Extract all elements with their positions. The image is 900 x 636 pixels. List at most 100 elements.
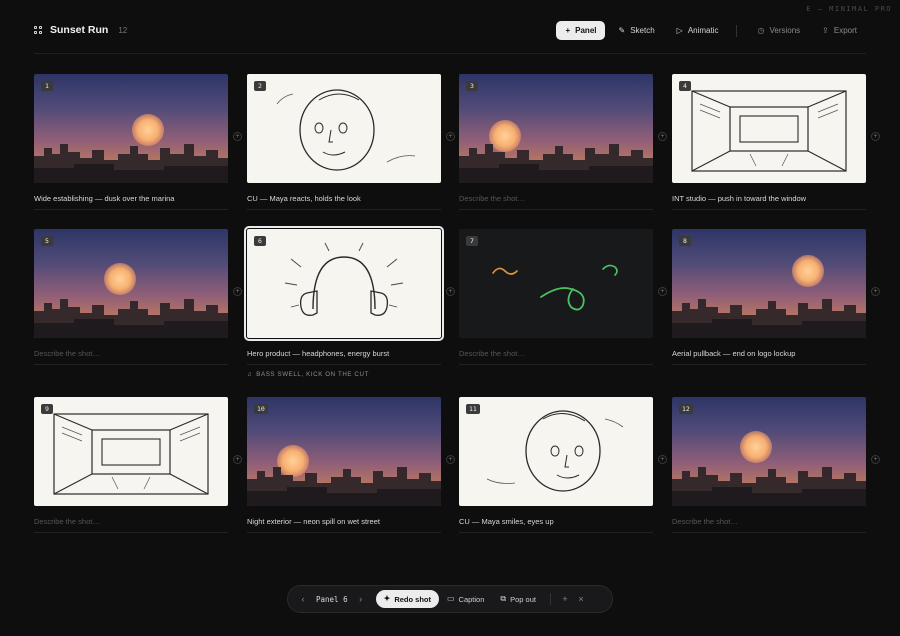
versions-label: Versions [769,26,801,35]
close-icon[interactable]: × [573,594,589,604]
panel-number-badge: 1 [41,81,53,91]
insert-panel-plus-icon[interactable]: + [658,287,667,296]
bar-divider [549,593,551,605]
panel-thumbnail[interactable]: 12 [672,397,866,506]
external-link-icon: ⧉ [500,594,507,603]
panel-number-badge: 2 [254,81,266,91]
panel-thumbnail[interactable]: 4 [672,74,866,183]
panel-thumbnail[interactable]: 3 [459,74,653,183]
header: Sunset Run 12 + Panel ✎ Sketch ▷ Animati… [0,0,900,54]
next-panel-chevron-icon[interactable]: › [354,594,368,604]
storyboard-panel[interactable]: 6 Hero product — headphones, energy burst… [244,226,455,378]
storyboard-panel[interactable]: 9 Describe the shot… + [34,397,242,533]
panel-number-badge: 9 [41,404,53,414]
panel-thumbnail[interactable]: 11 [459,397,653,506]
panel-count: 12 [118,25,128,35]
panel-caption[interactable]: Hero product — headphones, energy burst [247,349,441,360]
panel-caption-placeholder[interactable]: Describe the shot… [672,517,866,528]
panel-number-badge: 12 [679,404,693,414]
panel-thumbnail[interactable]: 8 [672,229,866,338]
pop-out-label: Pop out [510,594,536,604]
panel-caption[interactable]: INT studio — push in toward the window [672,194,866,205]
sketch-button[interactable]: ✎ Sketch [609,21,663,40]
panel-caption-placeholder[interactable]: Describe the shot… [459,194,653,205]
caption-button[interactable]: ▭ Caption [439,590,492,608]
panel-caption[interactable]: CU — Maya reacts, holds the look [247,194,441,205]
audio-note-text: BASS SWELL, KICK ON THE CUT [256,371,369,378]
storyboard-panel[interactable]: 5 Describe the shot… + [34,229,242,365]
play-icon: ▷ [676,25,683,35]
insert-panel-plus-icon[interactable]: + [658,132,667,141]
storyboard-panel[interactable]: 7 Describe the shot… + [459,229,667,365]
storyboard-panel[interactable]: 1 Wide establishing — dusk over the marin… [34,74,242,210]
insert-panel-plus-icon[interactable]: + [446,455,455,464]
export-button[interactable]: ⇪ Export [813,21,866,40]
caption-underline [34,364,228,365]
panel-caption-placeholder[interactable]: Describe the shot… [459,349,653,360]
toolbar-divider [735,24,737,37]
panel-thumbnail[interactable]: 10 [247,397,441,506]
panel-thumbnail[interactable]: 6 [244,226,444,341]
panel-number-badge: 5 [41,236,53,246]
add-panel-button[interactable]: + Panel [556,21,606,40]
insert-panel-plus-icon[interactable]: + [233,132,242,141]
storyboard-panel[interactable]: 2 CU — Maya reacts, holds the look + [247,74,455,210]
panel-caption[interactable]: Night exterior — neon spill on wet stree… [247,517,441,528]
panel-caption[interactable]: Wide establishing — dusk over the marina [34,194,228,205]
current-panel-label: Panel 6 [316,594,348,604]
storyboard-panel[interactable]: 11 CU — Maya smiles, eyes up + [459,397,667,533]
storyboard-panel[interactable]: 4 INT studio — push in toward the window + [672,74,880,210]
plus-icon: + [565,25,571,35]
pop-out-button[interactable]: ⧉ Pop out [492,590,544,608]
export-label: Export [833,26,857,35]
panel-number-badge: 8 [679,236,691,246]
panel-number-badge: 7 [466,236,478,246]
caption-underline [459,532,653,533]
insert-panel-plus-icon[interactable]: + [233,287,242,296]
audio-note: ♫ BASS SWELL, KICK ON THE CUT [247,371,441,378]
insert-panel-plus-icon[interactable]: + [233,455,242,464]
toolbar: + Panel ✎ Sketch ▷ Animatic ◷ Versions ⇪… [552,21,866,40]
panel-thumbnail[interactable]: 5 [34,229,228,338]
insert-panel-plus-icon[interactable]: + [871,287,880,296]
panel-caption[interactable]: Aerial pullback — end on logo lockup [672,349,866,360]
header-divider [34,53,866,54]
insert-panel-plus-icon[interactable]: + [446,132,455,141]
caption-underline [672,532,866,533]
project-title: Sunset Run [50,24,109,36]
panel-caption-placeholder[interactable]: Describe the shot… [34,517,228,528]
storyboard-panel[interactable]: 12 Describe the shot… + [672,397,880,533]
panel-thumbnail[interactable]: 7 [459,229,653,338]
panel-thumbnail[interactable]: 1 [34,74,228,183]
clock-icon: ◷ [757,25,765,35]
panel-caption-placeholder[interactable]: Describe the shot… [34,349,228,360]
storyboard-panel[interactable]: 3 Describe the shot… + [459,74,667,210]
caption-underline [34,209,228,210]
insert-panel-plus-icon[interactable]: + [871,455,880,464]
storyboard-panel[interactable]: 8 Aerial pullback — end on logo lockup + [672,229,880,365]
insert-panel-plus-icon[interactable]: + [446,287,455,296]
redo-shot-label: Redo shot [394,594,431,604]
redo-shot-button[interactable]: ✦ Redo shot [375,590,439,608]
caption-label: Caption [458,594,485,604]
caption-underline [672,364,866,365]
caption-underline [247,209,441,210]
add-panel-label: Panel [575,26,597,35]
add-icon[interactable]: + [557,594,573,604]
panel-number-badge: 6 [254,236,266,246]
panel-caption[interactable]: CU — Maya smiles, eyes up [459,517,653,528]
caption-underline [247,364,441,365]
panel-number-badge: 11 [466,404,480,414]
versions-button[interactable]: ◷ Versions [749,21,810,40]
storyboard-panel[interactable]: 10 Night exterior — neon spill on wet str… [247,397,455,533]
pencil-icon: ✎ [618,25,626,35]
insert-panel-plus-icon[interactable]: + [871,132,880,141]
caption-underline [247,532,441,533]
panel-thumbnail[interactable]: 9 [34,397,228,506]
sparkle-icon: ✦ [383,594,391,603]
animatic-button[interactable]: ▷ Animatic [668,21,728,40]
panel-thumbnail[interactable]: 2 [247,74,441,183]
insert-panel-plus-icon[interactable]: + [658,455,667,464]
prev-panel-chevron-icon[interactable]: ‹ [296,594,310,604]
music-note-icon: ♫ [247,371,253,378]
